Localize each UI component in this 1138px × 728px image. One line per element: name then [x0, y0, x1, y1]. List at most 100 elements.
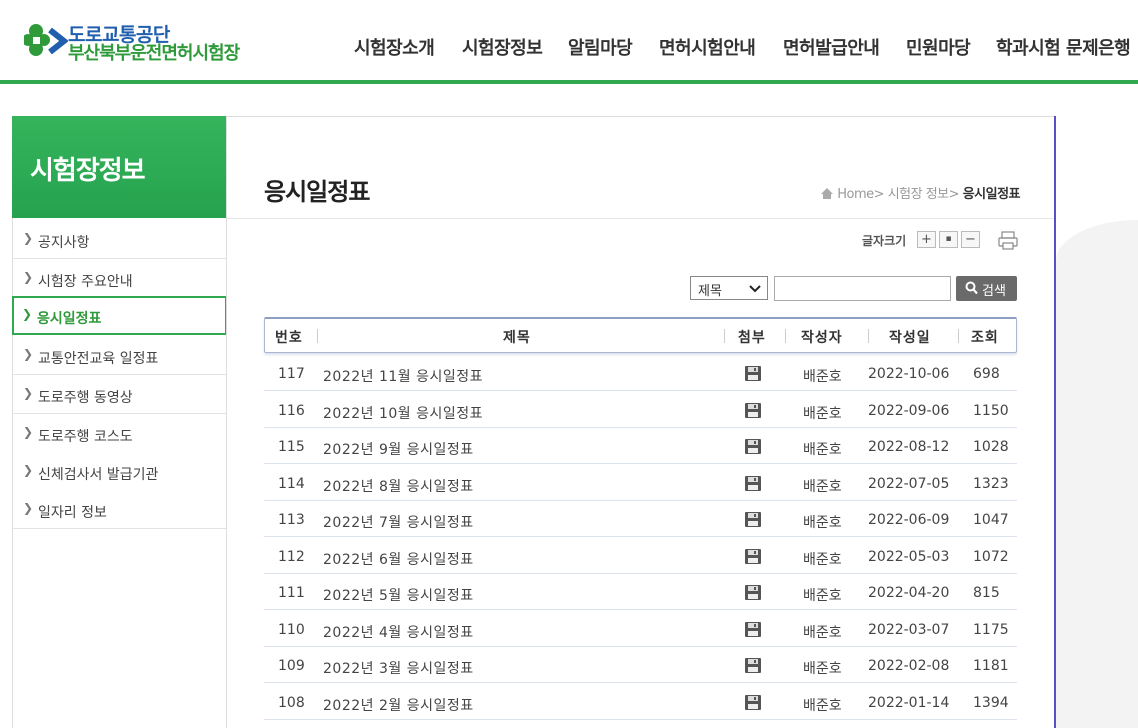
cell-author: 배준호 — [803, 369, 842, 385]
breadcrumb-current: 응시일정표 — [962, 187, 1021, 202]
cell-date: 2022-08-12 — [868, 439, 950, 455]
cell-no: 116 — [278, 403, 305, 419]
sidebar-title-box: 시험장정보 — [12, 116, 226, 218]
cell-views: 1047 — [973, 512, 1009, 528]
sidebar-item-label: 도로주행 코스도 — [38, 429, 133, 445]
nav-item-civil[interactable]: 민원마당 — [906, 34, 971, 60]
cell-title-link[interactable]: 2022년 6월 응시일정표 — [323, 549, 474, 569]
sidebar-item-label: 신체검사서 발급기관 — [38, 467, 159, 483]
table-row[interactable]: 116 2022년 10월 응시일정표 배준호 2022-09-06 1150 — [264, 392, 1017, 428]
cell-date: 2022-07-05 — [868, 476, 950, 492]
cell-title-link[interactable]: 2022년 9월 응시일정표 — [323, 439, 474, 459]
cell-title-link[interactable]: 2022년 5월 응시일정표 — [323, 585, 474, 605]
cell-date: 2022-09-06 — [868, 403, 950, 419]
breadcrumb-home[interactable]: Home — [837, 187, 874, 202]
sidebar-item-safety-edu[interactable]: ❯ 교통안전교육 일정표 — [13, 336, 226, 375]
cell-author: 배준호 — [803, 479, 842, 495]
search-button[interactable]: 검색 — [956, 276, 1017, 301]
nav-item-question-bank[interactable]: 학과시험 문제은행 — [996, 34, 1131, 60]
cell-author: 배준호 — [803, 661, 842, 677]
table-row[interactable]: 117 2022년 11월 응시일정표 배준호 2022-10-06 698 — [264, 355, 1017, 391]
cell-title-link[interactable]: 2022년 10월 응시일정표 — [323, 403, 483, 423]
search-field-select[interactable]: 제목 — [690, 276, 768, 300]
cell-author: 배준호 — [803, 588, 842, 604]
table-row[interactable]: 110 2022년 4월 응시일정표 배준호 2022-03-07 1175 — [264, 611, 1017, 647]
sidebar-item-notice[interactable]: ❯ 공지사항 — [13, 220, 226, 259]
nav-item-exam-guide[interactable]: 면허시험안내 — [659, 34, 756, 60]
sidebar-item-medical[interactable]: ❯ 신체검사서 발급기관 — [13, 452, 226, 491]
cell-author: 배준호 — [803, 515, 842, 531]
cell-no: 115 — [278, 439, 305, 455]
sidebar-item-main-guide[interactable]: ❯ 시험장 주요안내 — [13, 259, 226, 298]
table-row[interactable]: 114 2022년 8월 응시일정표 배준호 2022-07-05 1323 — [264, 465, 1017, 501]
sidebar-item-label: 일자리 정보 — [38, 505, 107, 521]
table-row[interactable]: 112 2022년 6월 응시일정표 배준호 2022-05-03 1072 — [264, 538, 1017, 574]
cell-author: 배준호 — [803, 406, 842, 422]
logo-site-name: 부산북부운전면허시험장 — [68, 43, 240, 64]
cell-author: 배준호 — [803, 552, 842, 568]
floppy-disk-icon[interactable] — [744, 621, 762, 638]
chevron-right-icon: ❯ — [23, 386, 34, 400]
table-row[interactable]: 113 2022년 7월 응시일정표 배준호 2022-06-09 1047 — [264, 501, 1017, 537]
floppy-disk-icon[interactable] — [744, 475, 762, 492]
cell-no: 111 — [278, 585, 305, 601]
floppy-disk-icon[interactable] — [744, 438, 762, 455]
floppy-disk-icon[interactable] — [744, 365, 762, 382]
nav-item-issue-guide[interactable]: 면허발급안내 — [783, 34, 880, 60]
table-header: 번호 제목 첨부 작성자 작성일 조회 — [264, 317, 1017, 353]
cell-title-link[interactable]: 2022년 8월 응시일정표 — [323, 476, 474, 496]
cell-title-link[interactable]: 2022년 7월 응시일정표 — [323, 512, 474, 532]
cell-no: 109 — [278, 658, 305, 674]
site-logo[interactable]: 도로교통공단 부산북부운전면허시험장 — [24, 20, 264, 64]
floppy-disk-icon[interactable] — [744, 548, 762, 565]
font-size-decrease-button[interactable]: − — [961, 231, 980, 248]
cell-title-link[interactable]: 2022년 2월 응시일정표 — [323, 695, 474, 715]
cell-title-link[interactable]: 2022년 3월 응시일정표 — [323, 658, 474, 678]
cell-title-link[interactable]: 2022년 11월 응시일정표 — [323, 366, 483, 386]
nav-item-intro[interactable]: 시험장소개 — [354, 34, 435, 60]
floppy-disk-icon[interactable] — [744, 694, 762, 711]
cell-views: 1323 — [973, 476, 1009, 492]
col-header-attach: 첨부 — [738, 330, 766, 346]
cell-date: 2022-04-20 — [868, 585, 950, 601]
cell-views: 698 — [973, 366, 1000, 382]
cell-date: 2022-10-06 — [868, 366, 950, 382]
breadcrumb-level1[interactable]: 시험장 정보 — [888, 187, 949, 202]
search-field-value: 제목 — [698, 284, 722, 299]
print-icon[interactable] — [997, 230, 1019, 250]
floppy-disk-icon[interactable] — [744, 584, 762, 601]
col-header-title: 제목 — [503, 330, 531, 346]
font-size-label: 글자크기 — [862, 234, 907, 248]
right-decoration — [1056, 220, 1138, 728]
nav-item-notice[interactable]: 알림마당 — [568, 34, 633, 60]
sidebar-item-road-course[interactable]: ❯ 도로주행 코스도 — [13, 414, 226, 453]
column-separator — [958, 329, 959, 343]
cell-title-link[interactable]: 2022년 4월 응시일정표 — [323, 622, 474, 642]
breadcrumb: Home> 시험장 정보> 응시일정표 — [820, 183, 1021, 202]
table-row[interactable]: 111 2022년 5월 응시일정표 배준호 2022-04-20 815 — [264, 574, 1017, 610]
table-row[interactable]: 109 2022년 3월 응시일정표 배준호 2022-02-08 1181 — [264, 647, 1017, 683]
font-size-increase-button[interactable]: + — [917, 231, 936, 248]
floppy-disk-icon[interactable] — [744, 657, 762, 674]
column-separator — [785, 329, 786, 343]
floppy-disk-icon[interactable] — [744, 511, 762, 528]
sidebar-item-road-video[interactable]: ❯ 도로주행 동영상 — [13, 375, 226, 414]
column-separator — [868, 329, 869, 343]
nav-item-info[interactable]: 시험장정보 — [462, 34, 543, 60]
sidebar-title: 시험장정보 — [30, 156, 146, 186]
floppy-disk-icon[interactable] — [744, 402, 762, 419]
cell-date: 2022-02-08 — [868, 658, 950, 674]
font-size-reset-button[interactable]: ▪ — [939, 231, 958, 248]
sidebar-item-jobs[interactable]: ❯ 일자리 정보 — [13, 490, 226, 529]
chevron-right-icon: ❯ — [23, 270, 34, 284]
cell-no: 108 — [278, 695, 305, 711]
cell-views: 1028 — [973, 439, 1009, 455]
col-header-author: 작성자 — [801, 330, 843, 346]
sidebar-item-exam-schedule[interactable]: ❯ 응시일정표 — [12, 296, 227, 335]
col-header-date: 작성일 — [889, 330, 931, 346]
page-title: 응시일정표 — [264, 178, 370, 206]
table-row[interactable]: 108 2022년 2월 응시일정표 배준호 2022-01-14 1394 — [264, 684, 1017, 720]
table-row[interactable]: 115 2022년 9월 응시일정표 배준호 2022-08-12 1028 — [264, 428, 1017, 464]
search-input[interactable] — [774, 276, 951, 301]
cell-no: 117 — [278, 366, 305, 382]
